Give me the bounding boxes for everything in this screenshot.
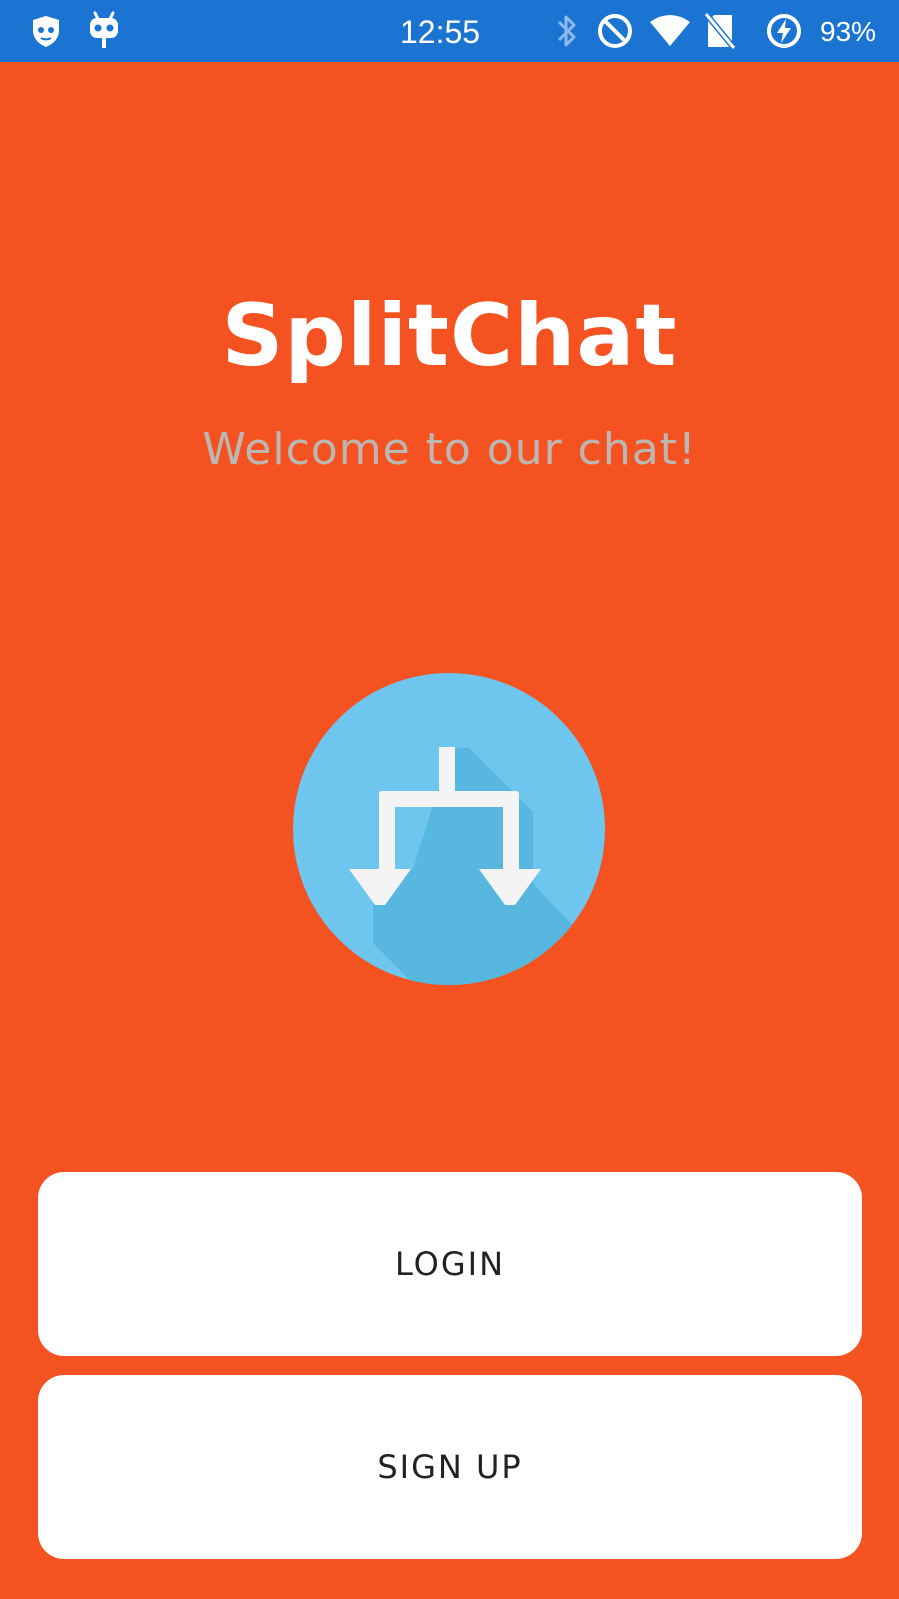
signup-button[interactable]: SIGN UP xyxy=(38,1375,862,1559)
no-sim-icon xyxy=(700,0,740,62)
battery-charging-icon xyxy=(764,0,804,62)
shield-cat-icon xyxy=(28,0,64,62)
android-robot-icon xyxy=(86,0,122,62)
do-not-disturb-icon xyxy=(595,0,635,62)
app-title: SplitChat xyxy=(221,286,678,386)
wifi-icon xyxy=(647,0,693,62)
clock: 12:55 xyxy=(400,14,481,50)
login-button[interactable]: LOGIN xyxy=(38,1172,862,1356)
split-arrows-icon xyxy=(293,673,605,985)
status-bar: 12:55 93% xyxy=(0,0,899,62)
app-subtitle: Welcome to our chat! xyxy=(202,424,697,475)
battery-percent: 93% xyxy=(820,16,877,47)
bluetooth-icon xyxy=(552,0,582,62)
